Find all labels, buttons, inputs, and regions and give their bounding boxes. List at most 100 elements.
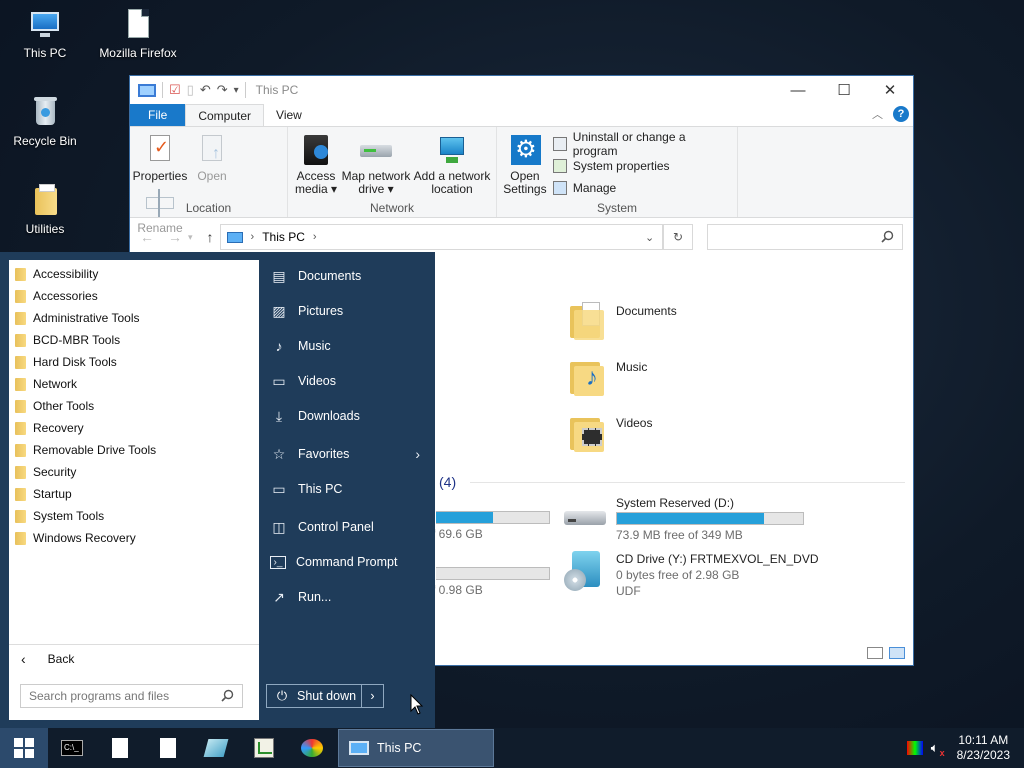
up-arrow-icon[interactable]: ↑: [207, 229, 214, 245]
program-folder-item[interactable]: Windows Recovery: [9, 527, 259, 549]
start-search-box[interactable]: [20, 684, 243, 708]
recent-dropdown-icon[interactable]: ▾: [188, 232, 193, 243]
shutdown-options-button[interactable]: ›: [361, 685, 383, 707]
start-item-favorites[interactable]: ☆ Favorites ›: [270, 441, 430, 467]
program-folder-item[interactable]: Recovery: [9, 417, 259, 439]
address-bar[interactable]: › This PC › ⌄: [219, 224, 664, 250]
paint-icon: [301, 739, 323, 757]
clock[interactable]: 10:11 AM 8/23/2023: [957, 733, 1010, 763]
folder-icon: [15, 267, 26, 281]
program-folder-item[interactable]: Startup: [9, 483, 259, 505]
folder-videos[interactable]: Videos: [570, 412, 652, 452]
access-media-button[interactable]: Access media ▾: [292, 131, 340, 196]
drive-cd-y[interactable]: CD Drive (Y:) FRTMEXVOL_EN_DVD 0 bytes f…: [564, 551, 818, 599]
ribbon-group-label: Network: [369, 201, 414, 215]
add-network-location-button[interactable]: Add a network location: [412, 131, 492, 196]
start-item-videos[interactable]: ▭ Videos: [270, 368, 430, 394]
open-button[interactable]: ↑ Open: [186, 131, 238, 183]
new-folder-icon[interactable]: ▯: [187, 82, 194, 98]
program-folder-item[interactable]: System Tools: [9, 505, 259, 527]
uninstall-icon: [552, 137, 567, 151]
ribbon-group-label: System: [596, 201, 637, 215]
close-button[interactable]: ✕: [867, 76, 913, 104]
folder-documents[interactable]: Documents: [570, 300, 677, 340]
tab-view[interactable]: View: [264, 104, 314, 126]
taskbar-this-pc[interactable]: This PC: [338, 729, 494, 767]
shutdown-button[interactable]: ⏻ Shut down ›: [266, 684, 384, 708]
document-icon: [112, 738, 128, 758]
desktop-icon-utilities[interactable]: Utilities: [0, 184, 90, 236]
tab-computer[interactable]: Computer: [185, 104, 265, 126]
taskbar-app[interactable]: [288, 728, 336, 768]
folder-music[interactable]: ♪ Music: [570, 356, 647, 396]
chevron-right-icon[interactable]: ›: [313, 231, 317, 243]
start-item-control-panel[interactable]: ◫ Control Panel: [270, 514, 430, 540]
minimize-button[interactable]: —: [775, 76, 821, 104]
program-folder-item[interactable]: Accessories: [9, 285, 259, 307]
control-panel-icon: ◫: [272, 518, 286, 535]
drive-free-space: 0 bytes free of 2.98 GB: [616, 568, 740, 582]
drive-system-reserved[interactable]: System Reserved (D:) 73.9 MB free of 349…: [564, 495, 804, 543]
program-folder-label: Hard Disk Tools: [33, 355, 117, 369]
chevron-down-icon[interactable]: ⌄: [645, 231, 654, 244]
desktop-icon-label: Mozilla Firefox: [99, 46, 177, 60]
computer-icon: [349, 741, 369, 755]
drive-filesystem: UDF: [616, 584, 641, 598]
chevron-right-icon: ›: [370, 689, 375, 703]
program-folder-item[interactable]: Removable Drive Tools: [9, 439, 259, 461]
start-item-documents[interactable]: ▤ Documents: [270, 263, 430, 289]
program-folder-item[interactable]: BCD-MBR Tools: [9, 329, 259, 351]
manage-button[interactable]: Manage: [552, 177, 733, 199]
explorer-search-input[interactable]: [706, 224, 903, 250]
taskbar-document[interactable]: [96, 728, 144, 768]
map-network-drive-button[interactable]: Map network drive ▾: [340, 131, 412, 196]
taskbar-app[interactable]: [192, 728, 240, 768]
program-folder-item[interactable]: Accessibility: [9, 263, 259, 285]
taskbar-command-prompt[interactable]: C:\_: [48, 728, 96, 768]
redo-icon[interactable]: ↷: [217, 82, 228, 98]
tab-file[interactable]: File: [130, 104, 186, 126]
start-item-music[interactable]: ♪ Music: [270, 333, 430, 359]
refresh-button[interactable]: ↻: [663, 224, 693, 250]
start-search-input[interactable]: [21, 685, 211, 707]
desktop-icon-mozilla-firefox[interactable]: Mozilla Firefox: [93, 8, 183, 60]
chevron-right-icon[interactable]: ›: [251, 231, 255, 243]
undo-icon[interactable]: ↶: [200, 82, 211, 98]
uninstall-program-button[interactable]: Uninstall or change a program: [552, 130, 733, 158]
start-item-command-prompt[interactable]: ›_ Command Prompt: [270, 549, 430, 575]
ribbon-group-network: Access media ▾ Map network drive ▾ Add a…: [288, 127, 497, 217]
tiles-view-icon[interactable]: [889, 647, 905, 659]
start-item-downloads[interactable]: ⤓ Downloads: [270, 403, 430, 429]
taskbar-document[interactable]: [144, 728, 192, 768]
properties-check-icon[interactable]: ☑: [169, 82, 181, 98]
speaker-muted-icon[interactable]: 🔈︎: [931, 740, 944, 758]
customize-dropdown-icon[interactable]: ▾: [234, 85, 239, 96]
maximize-button[interactable]: ☐: [821, 76, 867, 104]
back-button[interactable]: ‹ Back: [9, 644, 259, 672]
program-folder-item[interactable]: Administrative Tools: [9, 307, 259, 329]
collapse-ribbon-icon[interactable]: ︿: [872, 106, 883, 122]
program-folder-item[interactable]: Other Tools: [9, 395, 259, 417]
system-properties-button[interactable]: System properties: [552, 155, 733, 177]
folder-icon: [15, 399, 26, 413]
start-item-this-pc[interactable]: ▭ This PC: [270, 476, 430, 502]
program-folder-item[interactable]: Security: [9, 461, 259, 483]
desktop-icon-this-pc[interactable]: This PC: [0, 8, 90, 60]
window-title: This PC: [255, 83, 299, 97]
desktop-icon-recycle-bin[interactable]: Recycle Bin: [0, 96, 90, 148]
properties-button[interactable]: ✓ Properties: [133, 131, 187, 183]
details-view-icon[interactable]: [867, 647, 883, 659]
program-folder-item[interactable]: Hard Disk Tools: [9, 351, 259, 373]
monitor-icon: ▭: [272, 480, 286, 497]
display-color-icon[interactable]: [906, 741, 923, 755]
program-folder-label: Administrative Tools: [33, 311, 140, 325]
start-item-pictures[interactable]: ▨ Pictures: [270, 298, 430, 324]
start-button[interactable]: [0, 728, 48, 768]
taskbar-app[interactable]: [240, 728, 288, 768]
command-prompt-icon: C:\_: [61, 740, 83, 756]
program-folder-item[interactable]: Network: [9, 373, 259, 395]
start-item-run[interactable]: ↗ Run...: [270, 584, 430, 610]
help-icon[interactable]: ?: [893, 106, 909, 122]
taskbar: C:\_ This PC 🔈︎ 10:11 AM 8/23/2023: [0, 728, 1024, 768]
address-path: This PC: [262, 230, 305, 244]
